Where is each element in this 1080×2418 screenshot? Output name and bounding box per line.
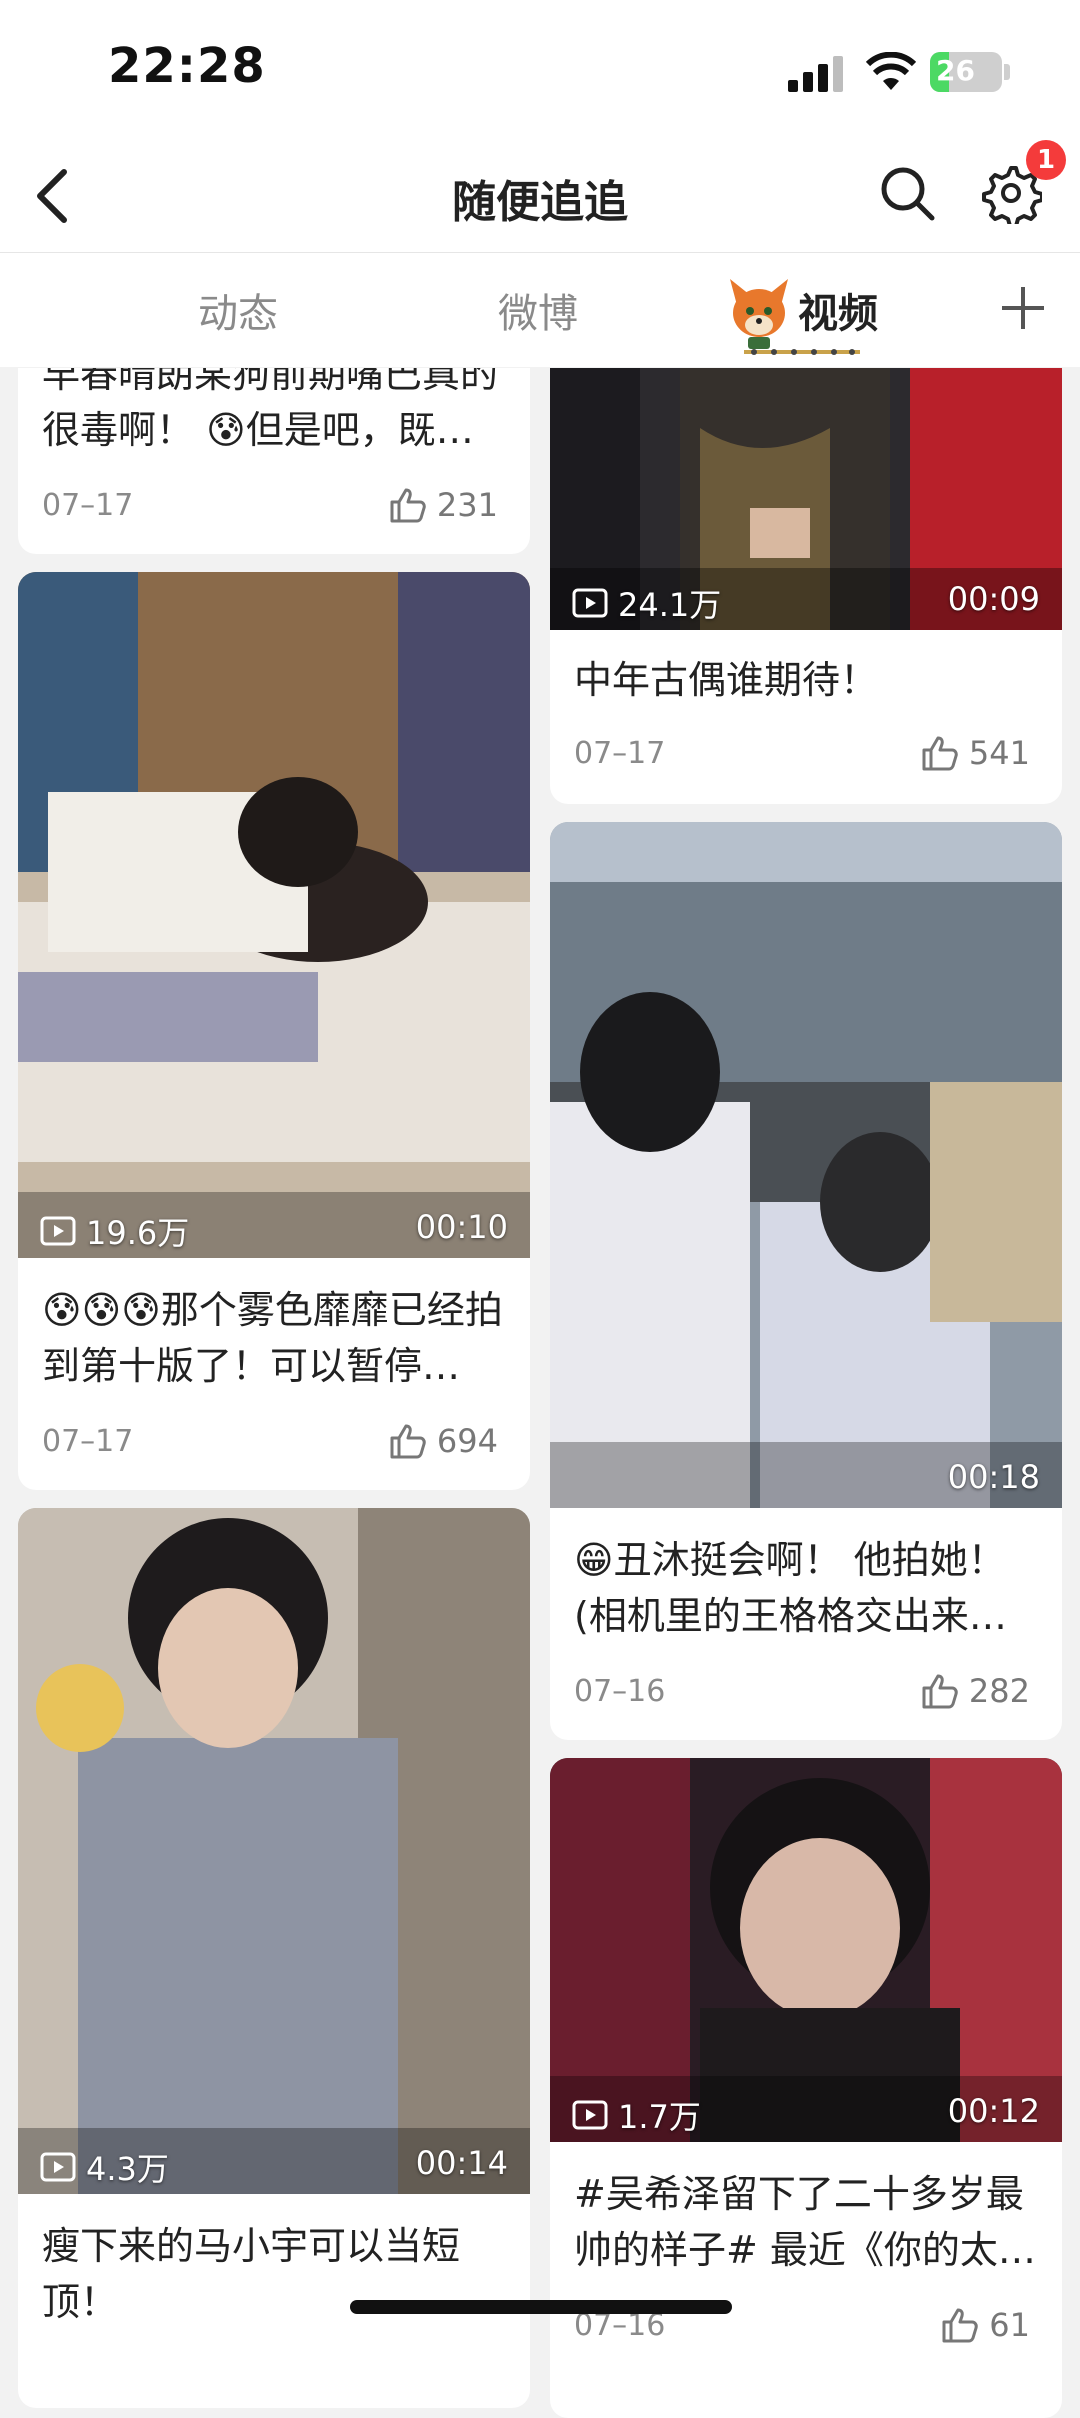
like-count: 541 xyxy=(968,734,1030,772)
play-icon xyxy=(40,2152,76,2182)
wifi-icon xyxy=(866,52,916,90)
like-count: 61 xyxy=(989,2306,1030,2344)
video-duration: 00:18 xyxy=(947,1458,1040,1496)
nav-header: 随便追追 1 xyxy=(0,140,1080,253)
video-card[interactable]: 19.6万 00:10 😰😰😰那个雾色靡靡已经拍到第十版了！可以暂停… 07–1… xyxy=(18,572,530,1490)
play-count: 1.7万 xyxy=(572,2092,701,2138)
cellular-signal-icon xyxy=(788,56,843,92)
card-caption: 😰😰😰那个雾色靡靡已经拍到第十版了！可以暂停… xyxy=(42,1288,503,1388)
play-icon xyxy=(572,2100,608,2130)
battery-icon: 26 xyxy=(930,52,1002,92)
battery-level: 26 xyxy=(936,54,975,87)
thumbs-up-icon xyxy=(390,488,426,523)
card-date: 07–17 xyxy=(42,1424,134,1459)
thumbs-up-icon xyxy=(390,1424,426,1459)
video-card[interactable]: 早春晴朗某狗前期嘴巴真的很毒啊！ 😰但是吧，既… 07–17 231 xyxy=(18,368,530,554)
card-caption: #吴希泽留下了二十多岁最帅的样子# 最近《你的太… xyxy=(574,2172,1036,2272)
play-count: 19.6万 xyxy=(40,1208,189,1254)
like-count: 231 xyxy=(436,486,498,524)
video-card[interactable]: 4.3万 00:14 瘦下来的马小宇可以当短顶！ xyxy=(18,1508,530,2408)
video-thumbnail xyxy=(550,1758,1062,2142)
play-count: 24.1万 xyxy=(572,580,721,626)
video-thumbnail xyxy=(18,1508,530,2194)
play-icon xyxy=(572,588,608,618)
card-date: 07–16 xyxy=(574,1674,666,1709)
tab-video[interactable]: 视频 xyxy=(798,281,878,339)
status-bar: 22:28 26 xyxy=(0,0,1080,140)
play-count-value: 1.7万 xyxy=(618,2098,701,2136)
video-duration: 00:12 xyxy=(947,2092,1040,2130)
play-count: 4.3万 xyxy=(40,2144,169,2190)
video-duration: 00:10 xyxy=(415,1208,508,1246)
like-button[interactable]: 61 xyxy=(941,2306,1030,2344)
like-count: 694 xyxy=(436,1422,498,1460)
card-date: 07–17 xyxy=(42,488,134,523)
thumbs-up-icon xyxy=(922,736,958,771)
home-indicator[interactable] xyxy=(350,2300,732,2314)
fox-mascot-icon xyxy=(730,279,788,349)
play-count-value: 4.3万 xyxy=(86,2150,169,2188)
play-count-value: 19.6万 xyxy=(86,1214,190,1252)
play-count-value: 24.1万 xyxy=(618,586,722,624)
card-caption: 😁丑沐挺会啊！ 他拍她！(相机里的王格格交出来… xyxy=(574,1538,1007,1638)
video-card[interactable]: 1.7万 00:12 #吴希泽留下了二十多岁最帅的样子# 最近《你的太… 07–… xyxy=(550,1758,1062,2418)
card-caption: 早春晴朗某狗前期嘴巴真的很毒啊！ 😰但是吧，既… xyxy=(42,368,499,452)
like-button[interactable]: 694 xyxy=(389,1422,498,1460)
like-button[interactable]: 282 xyxy=(921,1672,1030,1710)
like-button[interactable]: 541 xyxy=(921,734,1030,772)
video-card[interactable]: 00:18 😁丑沐挺会啊！ 他拍她！(相机里的王格格交出来… 07–16 282 xyxy=(550,822,1062,1740)
play-icon xyxy=(40,1216,76,1246)
video-duration: 00:14 xyxy=(415,2144,508,2182)
video-thumbnail xyxy=(18,572,530,1258)
search-icon[interactable] xyxy=(876,162,938,224)
active-tab-indicator xyxy=(744,349,860,355)
tab-weibo[interactable]: 微博 xyxy=(498,281,578,339)
card-caption: 中年古偶谁期待！ xyxy=(574,658,879,702)
like-button[interactable]: 231 xyxy=(389,486,498,524)
video-card[interactable]: 24.1万 00:09 中年古偶谁期待！ 07–17 541 xyxy=(550,368,1062,804)
thumbs-up-icon xyxy=(922,1674,958,1709)
status-time: 22:28 xyxy=(108,38,266,94)
notification-badge: 1 xyxy=(1026,140,1066,180)
video-duration: 00:09 xyxy=(947,580,1040,618)
like-count: 282 xyxy=(968,1672,1030,1710)
tab-bar: 动态 微博 视频 xyxy=(0,253,1080,367)
card-date: 07–17 xyxy=(574,736,666,771)
add-tab-icon[interactable] xyxy=(998,283,1048,333)
battery-cap xyxy=(1004,64,1010,80)
video-thumbnail xyxy=(550,822,1062,1508)
tab-dynamics[interactable]: 动态 xyxy=(198,281,278,339)
